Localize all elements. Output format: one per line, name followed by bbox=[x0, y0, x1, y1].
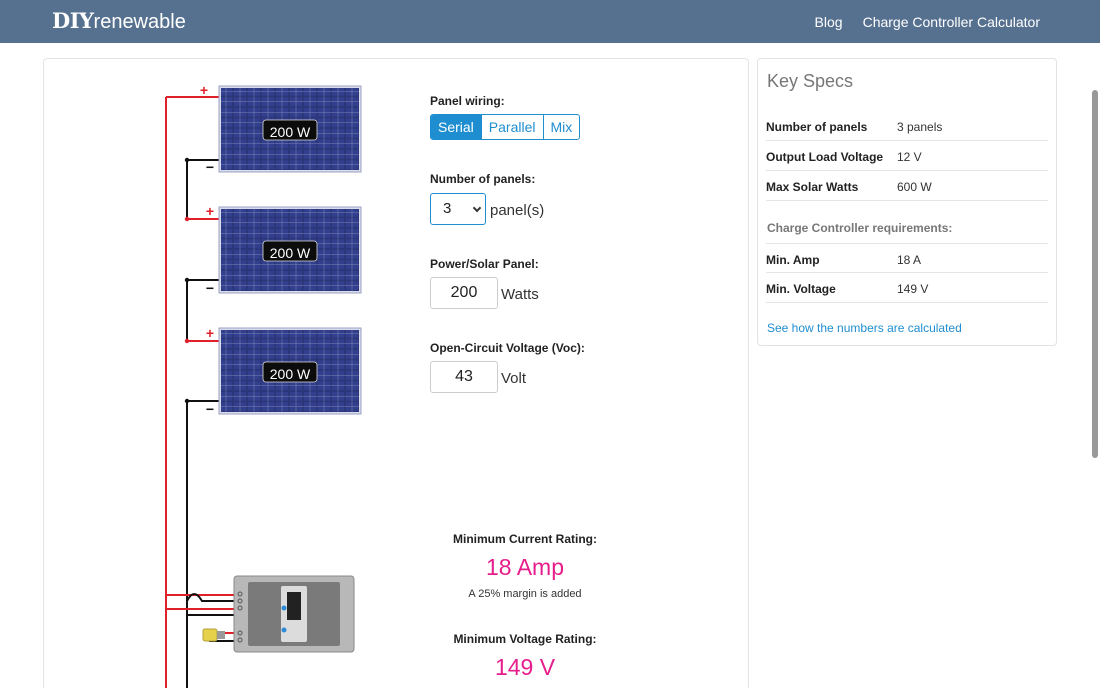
spec-value: 600 W bbox=[897, 180, 932, 194]
wiring-option-serial[interactable]: Serial bbox=[431, 115, 482, 139]
min-current-title: Minimum Current Rating: bbox=[453, 532, 597, 546]
chevron-down-icon bbox=[472, 203, 482, 213]
panel-wiring-label: Panel wiring: bbox=[430, 94, 505, 108]
top-navbar: DIYrenewable Blog Charge Controller Calc… bbox=[0, 0, 1100, 43]
brand-part-diy: DIY bbox=[52, 8, 94, 33]
nav-blog-link[interactable]: Blog bbox=[815, 14, 843, 30]
brand-part-renewable: renewable bbox=[93, 11, 186, 33]
spec-value: 149 V bbox=[897, 282, 929, 296]
calculation-explanation-link[interactable]: See how the numbers are calculated bbox=[767, 321, 962, 335]
minus-sign: − bbox=[206, 159, 214, 175]
nav-calculator-link[interactable]: Charge Controller Calculator bbox=[863, 14, 1040, 30]
panel-wiring-selector: Serial Parallel Mix bbox=[430, 114, 581, 140]
brand-logo[interactable]: DIYrenewable bbox=[52, 8, 186, 34]
min-voltage-title: Minimum Voltage Rating: bbox=[453, 632, 597, 646]
wiring-diagram: 200 W + − 200 W + − 200 W + − bbox=[165, 82, 362, 688]
spec-value: 12 V bbox=[897, 150, 922, 164]
spec-key: Number of panels bbox=[766, 120, 868, 134]
spec-value: 3 panels bbox=[897, 120, 943, 134]
power-per-panel-label: Power/Solar Panel: bbox=[430, 257, 539, 271]
key-specs-card: Key Specs Number of panels 3 panels Outp… bbox=[757, 58, 1057, 346]
wire-junction bbox=[184, 277, 190, 283]
key-specs-title: Key Specs bbox=[767, 71, 854, 91]
spec-row: Min. Voltage 149 V bbox=[766, 273, 1048, 303]
power-per-panel-input[interactable]: 200 bbox=[430, 277, 498, 309]
min-voltage-value: 149 V bbox=[494, 654, 556, 680]
wiring-option-parallel[interactable]: Parallel bbox=[482, 115, 544, 139]
margin-note: A 25% margin is added bbox=[468, 588, 582, 600]
wire-junction bbox=[184, 338, 190, 344]
plus-sign: + bbox=[206, 203, 214, 219]
spec-row: Output Load Voltage 12 V bbox=[766, 141, 1048, 171]
voc-input[interactable]: 43 bbox=[430, 361, 498, 393]
plus-sign: + bbox=[200, 82, 208, 98]
plus-sign: + bbox=[206, 325, 214, 341]
wiring-option-mix[interactable]: Mix bbox=[544, 115, 580, 139]
calculator-card: 200 W + − 200 W + − 200 W + − Panel wiri… bbox=[43, 58, 749, 688]
wire-junction bbox=[184, 157, 190, 163]
voc-unit: Volt bbox=[501, 370, 527, 387]
nav-links: Blog Charge Controller Calculator bbox=[815, 14, 1040, 30]
spec-value: 18 A bbox=[897, 253, 922, 267]
spec-row: Max Solar Watts 600 W bbox=[766, 171, 1048, 201]
wire-series-2 bbox=[186, 279, 219, 342]
panels-unit: panel(s) bbox=[490, 202, 545, 219]
number-of-panels-select[interactable]: 3 bbox=[430, 193, 486, 225]
wire-junction bbox=[184, 216, 190, 222]
voc-label: Open-Circuit Voltage (Voc): bbox=[430, 341, 585, 355]
spec-key: Min. Amp bbox=[766, 253, 820, 267]
minus-sign: − bbox=[206, 280, 214, 296]
page-scrollbar[interactable] bbox=[1092, 90, 1098, 458]
panel-watt-label: 200 W bbox=[270, 245, 311, 261]
charge-controller bbox=[233, 575, 355, 653]
requirements-title: Charge Controller requirements: bbox=[767, 221, 953, 235]
wire-negative-main bbox=[186, 400, 219, 688]
spec-key: Output Load Voltage bbox=[766, 150, 884, 164]
spec-key: Min. Voltage bbox=[766, 282, 836, 296]
wire-series-1 bbox=[186, 159, 219, 220]
wire-junction bbox=[184, 398, 190, 404]
min-current-value: 18 Amp bbox=[486, 554, 564, 580]
number-of-panels-label: Number of panels: bbox=[430, 172, 536, 186]
spec-key: Max Solar Watts bbox=[766, 180, 859, 194]
spec-row: Number of panels 3 panels bbox=[766, 111, 1048, 141]
panel-watt-label: 200 W bbox=[270, 124, 311, 140]
minus-sign: − bbox=[206, 401, 214, 417]
power-unit: Watts bbox=[501, 286, 539, 303]
panel-watt-label: 200 W bbox=[270, 366, 311, 382]
number-of-panels-value: 3 bbox=[443, 200, 452, 217]
spec-row: Min. Amp 18 A bbox=[766, 243, 1048, 273]
load-bulb-icon bbox=[202, 628, 225, 642]
